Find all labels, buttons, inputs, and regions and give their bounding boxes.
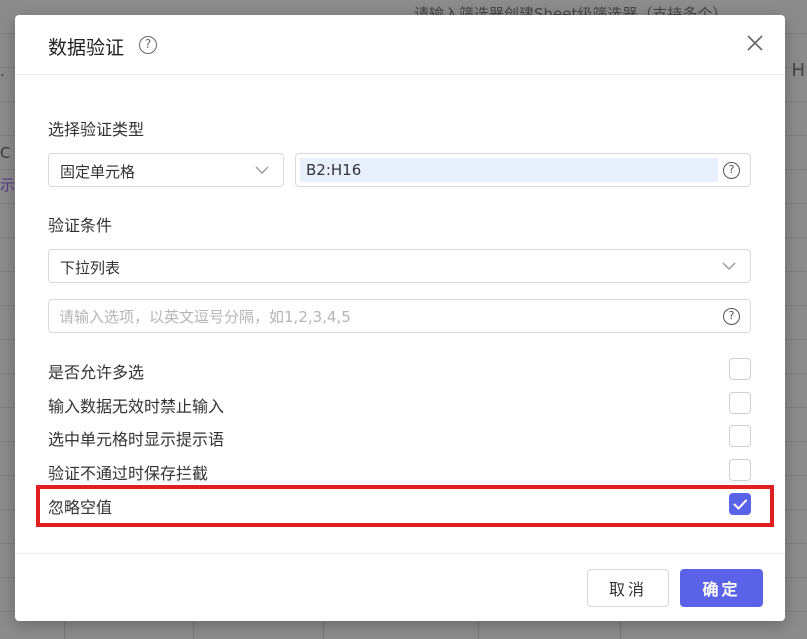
dialog-footer: 取消 确定 [15,553,785,621]
checkbox-row-show-hint: 选中单元格时显示提示语 [48,424,751,450]
validation-type-value: 固定单元格 [60,163,136,181]
help-icon[interactable]: ? [139,36,157,54]
checkbox-row-save-block: 验证不通过时保存拦截 [48,458,751,484]
validation-type-label: 选择验证类型 [48,120,145,139]
range-input[interactable] [300,158,718,182]
bg-cell-text: C [0,144,11,162]
checkbox-label: 验证不通过时保存拦截 [48,464,209,483]
checkbox-label: 是否允许多选 [48,363,145,382]
highlight-annotation-box [36,485,774,527]
save-block-checkbox[interactable] [729,459,751,481]
validation-type-select[interactable]: 固定单元格 [48,153,284,187]
allow-multiple-checkbox[interactable] [729,358,751,380]
data-validation-dialog: 数据验证 ? 选择验证类型 固定单元格 ? 验证条件 下拉列表 ? 是否允许多选… [15,15,785,621]
chevron-down-icon [255,166,269,174]
chevron-down-icon [722,262,736,270]
block-invalid-checkbox[interactable] [729,392,751,414]
checkbox-label: 选中单元格时显示提示语 [48,430,225,449]
checkbox-label: 输入数据无效时禁止输入 [48,397,225,416]
bg-cell-text: H [791,60,805,81]
cancel-button[interactable]: 取消 [587,569,669,607]
condition-value: 下拉列表 [60,259,121,277]
close-icon[interactable] [745,33,765,53]
help-icon[interactable]: ? [723,162,740,179]
checkbox-row-block-invalid: 输入数据无效时禁止输入 [48,391,751,417]
range-input-box: ? [295,153,751,187]
bg-cell-text: . [0,62,5,80]
show-hint-checkbox[interactable] [729,425,751,447]
condition-select[interactable]: 下拉列表 [48,249,751,283]
confirm-button[interactable]: 确定 [680,569,763,607]
dialog-header: 数据验证 ? [15,15,785,75]
options-input-box: ? [48,299,751,333]
help-icon[interactable]: ? [723,308,740,325]
condition-label: 验证条件 [48,216,113,235]
checkbox-row-allow-multiple: 是否允许多选 [48,357,751,383]
options-input[interactable] [59,306,709,328]
dialog-title: 数据验证 [48,37,125,59]
